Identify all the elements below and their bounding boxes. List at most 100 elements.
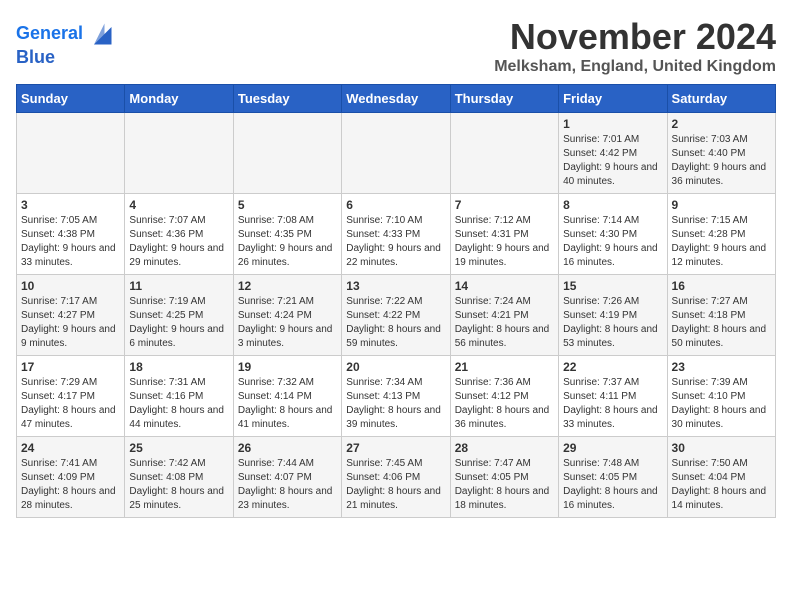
day-info: Sunrise: 7:34 AM Sunset: 4:13 PM Dayligh… [346,376,445,432]
logo-icon [87,20,115,48]
day-info: Sunrise: 7:27 AM Sunset: 4:18 PM Dayligh… [672,295,771,351]
week-row-2: 10Sunrise: 7:17 AM Sunset: 4:27 PM Dayli… [17,275,776,356]
day-number: 19 [238,360,337,374]
header: General Blue November 2024 Melksham, Eng… [16,16,776,76]
day-header-sunday: Sunday [17,85,125,113]
calendar-cell-1-4: 7 Sunrise: 7:12 AM Sunset: 4:31 PM Daylig… [450,194,558,275]
day-header-friday: Friday [559,85,667,113]
day-header-saturday: Saturday [667,85,775,113]
day-number: 11 [129,279,228,293]
calendar-cell-2-0: 10Sunrise: 7:17 AM Sunset: 4:27 PM Dayli… [17,275,125,356]
day-info: Sunrise: 7:10 AM Sunset: 4:33 PM Dayligh… [346,214,445,270]
day-number: 25 [129,441,228,455]
day-info: Sunrise: 7:12 AM Sunset: 4:31 PM Dayligh… [455,214,554,270]
calendar-cell-0-5: 1Sunrise: 7:01 AM Sunset: 4:42 PM Daylig… [559,113,667,194]
calendar-cell-1-1: 4 Sunrise: 7:07 AM Sunset: 4:36 PM Daylig… [125,194,233,275]
month-title: November 2024 [494,16,776,58]
day-info: Sunrise: 7:32 AM Sunset: 4:14 PM Dayligh… [238,376,337,432]
calendar-header-row: SundayMondayTuesdayWednesdayThursdayFrid… [17,85,776,113]
logo-text: General [16,24,83,44]
day-info: Sunrise: 7:08 AM Sunset: 4:35 PM Dayligh… [238,214,337,270]
day-info: Sunrise: 7:37 AM Sunset: 4:11 PM Dayligh… [563,376,662,432]
calendar-cell-1-3: 6 Sunrise: 7:10 AM Sunset: 4:33 PM Daylig… [342,194,450,275]
calendar-cell-2-2: 12Sunrise: 7:21 AM Sunset: 4:24 PM Dayli… [233,275,341,356]
day-number: 13 [346,279,445,293]
day-info: Sunrise: 7:03 AM Sunset: 4:40 PM Dayligh… [672,133,771,189]
calendar-cell-0-0 [17,113,125,194]
day-info: Sunrise: 7:47 AM Sunset: 4:05 PM Dayligh… [455,457,554,513]
day-info: Sunrise: 7:44 AM Sunset: 4:07 PM Dayligh… [238,457,337,513]
day-info: Sunrise: 7:24 AM Sunset: 4:21 PM Dayligh… [455,295,554,351]
day-number: 29 [563,441,662,455]
day-info: Sunrise: 7:50 AM Sunset: 4:04 PM Dayligh… [672,457,771,513]
day-number: 18 [129,360,228,374]
calendar-cell-4-4: 28Sunrise: 7:47 AM Sunset: 4:05 PM Dayli… [450,437,558,518]
calendar-cell-3-3: 20Sunrise: 7:34 AM Sunset: 4:13 PM Dayli… [342,356,450,437]
day-number: 16 [672,279,771,293]
day-number: 26 [238,441,337,455]
day-info: Sunrise: 7:22 AM Sunset: 4:22 PM Dayligh… [346,295,445,351]
logo: General Blue [16,20,115,68]
calendar-cell-0-4 [450,113,558,194]
day-number: 17 [21,360,120,374]
day-number: 30 [672,441,771,455]
calendar-cell-3-4: 21Sunrise: 7:36 AM Sunset: 4:12 PM Dayli… [450,356,558,437]
calendar-cell-2-6: 16 Sunrise: 7:27 AM Sunset: 4:18 PM Dayli… [667,275,775,356]
day-header-tuesday: Tuesday [233,85,341,113]
day-info: Sunrise: 7:19 AM Sunset: 4:25 PM Dayligh… [129,295,228,351]
day-info: Sunrise: 7:36 AM Sunset: 4:12 PM Dayligh… [455,376,554,432]
calendar-cell-3-6: 23 Sunrise: 7:39 AM Sunset: 4:10 PM Dayli… [667,356,775,437]
day-number: 27 [346,441,445,455]
day-number: 5 [238,198,337,212]
day-number: 15 [563,279,662,293]
day-info: Sunrise: 7:39 AM Sunset: 4:10 PM Dayligh… [672,376,771,432]
day-number: 12 [238,279,337,293]
day-info: Sunrise: 7:26 AM Sunset: 4:19 PM Dayligh… [563,295,662,351]
day-number: 22 [563,360,662,374]
day-number: 8 [563,198,662,212]
calendar-cell-2-1: 11 Sunrise: 7:19 AM Sunset: 4:25 PM Dayli… [125,275,233,356]
calendar-cell-2-4: 14 Sunrise: 7:24 AM Sunset: 4:21 PM Dayli… [450,275,558,356]
week-row-1: 3 Sunrise: 7:05 AM Sunset: 4:38 PM Daylig… [17,194,776,275]
day-info: Sunrise: 7:42 AM Sunset: 4:08 PM Dayligh… [129,457,228,513]
day-number: 14 [455,279,554,293]
calendar-cell-1-2: 5 Sunrise: 7:08 AM Sunset: 4:35 PM Daylig… [233,194,341,275]
calendar-cell-4-5: 29 Sunrise: 7:48 AM Sunset: 4:05 PM Dayli… [559,437,667,518]
day-info: Sunrise: 7:07 AM Sunset: 4:36 PM Dayligh… [129,214,228,270]
day-info: Sunrise: 7:31 AM Sunset: 4:16 PM Dayligh… [129,376,228,432]
day-number: 7 [455,198,554,212]
day-number: 6 [346,198,445,212]
calendar-cell-0-1 [125,113,233,194]
day-info: Sunrise: 7:15 AM Sunset: 4:28 PM Dayligh… [672,214,771,270]
calendar-cell-4-6: 30 Sunrise: 7:50 AM Sunset: 4:04 PM Dayli… [667,437,775,518]
day-number: 24 [21,441,120,455]
calendar-cell-1-6: 9 Sunrise: 7:15 AM Sunset: 4:28 PM Daylig… [667,194,775,275]
day-info: Sunrise: 7:05 AM Sunset: 4:38 PM Dayligh… [21,214,120,270]
day-number: 23 [672,360,771,374]
calendar-cell-4-1: 25 Sunrise: 7:42 AM Sunset: 4:08 PM Dayli… [125,437,233,518]
calendar-cell-0-3 [342,113,450,194]
week-row-0: 1Sunrise: 7:01 AM Sunset: 4:42 PM Daylig… [17,113,776,194]
day-header-monday: Monday [125,85,233,113]
calendar-cell-4-3: 27Sunrise: 7:45 AM Sunset: 4:06 PM Dayli… [342,437,450,518]
day-info: Sunrise: 7:48 AM Sunset: 4:05 PM Dayligh… [563,457,662,513]
calendar-cell-1-5: 8Sunrise: 7:14 AM Sunset: 4:30 PM Daylig… [559,194,667,275]
calendar-cell-0-2 [233,113,341,194]
calendar-cell-3-0: 17 Sunrise: 7:29 AM Sunset: 4:17 PM Dayli… [17,356,125,437]
day-info: Sunrise: 7:29 AM Sunset: 4:17 PM Dayligh… [21,376,120,432]
day-header-wednesday: Wednesday [342,85,450,113]
location-title: Melksham, England, United Kingdom [494,58,776,76]
calendar-cell-1-0: 3 Sunrise: 7:05 AM Sunset: 4:38 PM Daylig… [17,194,125,275]
calendar-cell-3-5: 22 Sunrise: 7:37 AM Sunset: 4:11 PM Dayli… [559,356,667,437]
calendar-table: SundayMondayTuesdayWednesdayThursdayFrid… [16,84,776,518]
week-row-4: 24 Sunrise: 7:41 AM Sunset: 4:09 PM Dayli… [17,437,776,518]
day-number: 3 [21,198,120,212]
calendar-cell-2-5: 15 Sunrise: 7:26 AM Sunset: 4:19 PM Dayli… [559,275,667,356]
day-header-thursday: Thursday [450,85,558,113]
day-info: Sunrise: 7:41 AM Sunset: 4:09 PM Dayligh… [21,457,120,513]
calendar-cell-0-6: 2 Sunrise: 7:03 AM Sunset: 4:40 PM Daylig… [667,113,775,194]
day-number: 2 [672,117,771,131]
day-number: 4 [129,198,228,212]
title-area: November 2024 Melksham, England, United … [494,16,776,76]
day-number: 9 [672,198,771,212]
